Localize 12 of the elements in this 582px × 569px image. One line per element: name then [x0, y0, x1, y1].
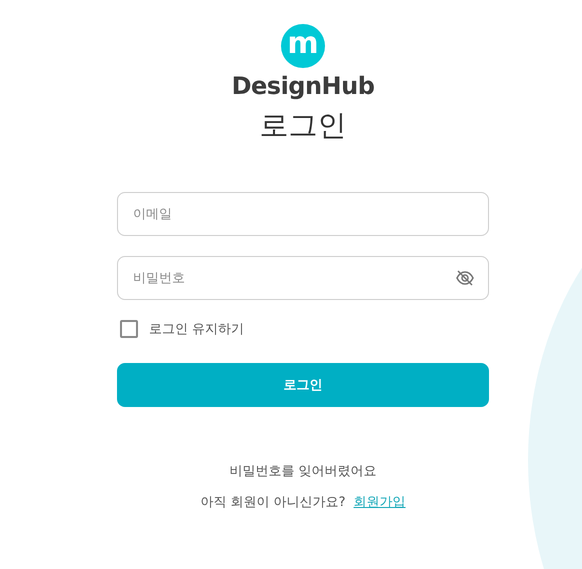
- signup-prompt: 아직 회원이 아니신가요?: [200, 494, 346, 511]
- logo-icon: m: [281, 24, 325, 68]
- forgot-password-link[interactable]: 비밀번호를 잊어버렸어요: [229, 462, 377, 480]
- page-title: 로그인: [260, 107, 346, 144]
- brand-name: DesignHub: [232, 72, 374, 100]
- remember-checkbox[interactable]: [120, 320, 138, 338]
- email-field[interactable]: 이메일: [117, 192, 489, 236]
- login-button[interactable]: 로그인: [117, 363, 489, 407]
- password-field[interactable]: 비밀번호: [117, 256, 489, 300]
- hidden-eye-icon[interactable]: [455, 268, 475, 288]
- remember-label: 로그인 유지하기: [149, 321, 244, 338]
- signup-link[interactable]: 회원가입: [354, 493, 406, 511]
